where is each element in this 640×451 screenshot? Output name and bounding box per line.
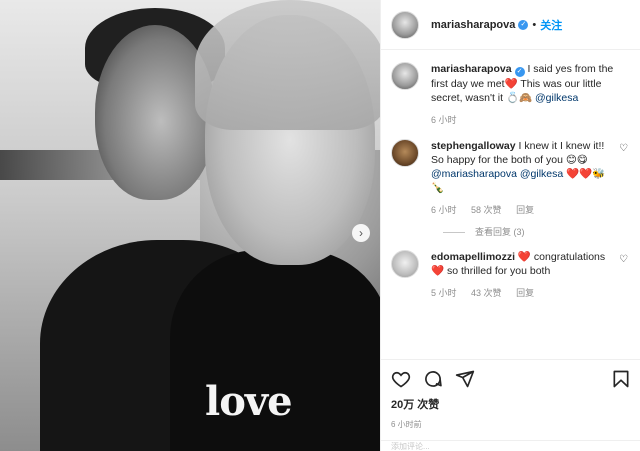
comment-meta: 5 小时 43 次赞 回复 [431,286,616,300]
view-replies[interactable]: 查看回复 (3) [443,225,630,238]
comment-icon[interactable] [423,369,443,389]
post-actions: 20万 次赞 6 小时前 [381,359,640,430]
like-comment-icon[interactable]: ♡ [619,254,628,265]
avatar[interactable] [391,10,419,39]
comment-time[interactable]: 6 小时 [431,115,457,125]
reply-button[interactable]: 回复 [516,288,534,298]
post-header: mariasharapova ✓ • 关注 [381,0,640,50]
verified-icon: ✓ [514,67,525,77]
post-timestamp[interactable]: 6 小时前 [391,419,631,430]
author-username[interactable]: mariasharapova [431,19,515,31]
share-icon[interactable] [455,369,475,389]
add-comment-input[interactable]: 添加评论... [381,440,640,451]
like-comment-icon[interactable]: ♡ [619,143,628,154]
comment-time[interactable]: 5 小时 [431,288,457,298]
comments-list: mariasharapova ✓ I said yes from the firs… [381,50,640,300]
comment-likes[interactable]: 43 次赞 [471,288,502,298]
chevron-right-icon[interactable]: › [352,224,370,242]
bookmark-icon[interactable] [611,369,631,389]
mention-link[interactable]: @gilkesa [535,92,578,104]
action-bar [391,366,631,392]
view-replies-label[interactable]: 查看回复 (3) [475,227,525,237]
comment-time[interactable]: 6 小时 [431,205,457,215]
shirt-text: love [205,378,293,425]
avatar[interactable] [391,62,419,90]
comment: stephengalloway I knew it I knew it!! So… [391,139,630,217]
follow-button[interactable]: 关注 [540,17,562,33]
photo-woman-hair [195,0,380,130]
comment: edomapellimozzi ❤️ congratulations ❤️ so… [391,250,630,300]
comment-likes[interactable]: 58 次赞 [471,205,502,215]
mention-link[interactable]: @mariasharapova @gilkesa [431,168,563,180]
comment-meta: 6 小时 58 次赞 回复 [431,203,616,217]
instagram-post: love › mariasharapova ✓ • 关注 mariasharap… [0,0,640,451]
reply-button[interactable]: 回复 [516,205,534,215]
avatar[interactable] [391,139,419,167]
post-photo[interactable]: love › [0,0,380,451]
heart-icon[interactable] [391,369,411,389]
comment-username[interactable]: edomapellimozzi [431,251,515,263]
divider [443,232,465,234]
comment-username[interactable]: stephengalloway [431,140,516,152]
separator: • [532,18,537,31]
comment-meta: 6 小时 [431,113,616,127]
avatar[interactable] [391,250,419,278]
post-sidebar: mariasharapova ✓ • 关注 mariasharapova ✓ I … [380,0,640,451]
caption: mariasharapova ✓ I said yes from the firs… [391,62,630,127]
comment-body: mariasharapova ✓ I said yes from the firs… [431,62,616,127]
comment-body: stephengalloway I knew it I knew it!! So… [431,139,616,217]
comment-body: edomapellimozzi ❤️ congratulations ❤️ so… [431,250,616,300]
verified-icon: ✓ [518,19,529,30]
like-count[interactable]: 20万 次赞 [391,396,631,412]
comment-username[interactable]: mariasharapova [431,63,512,75]
